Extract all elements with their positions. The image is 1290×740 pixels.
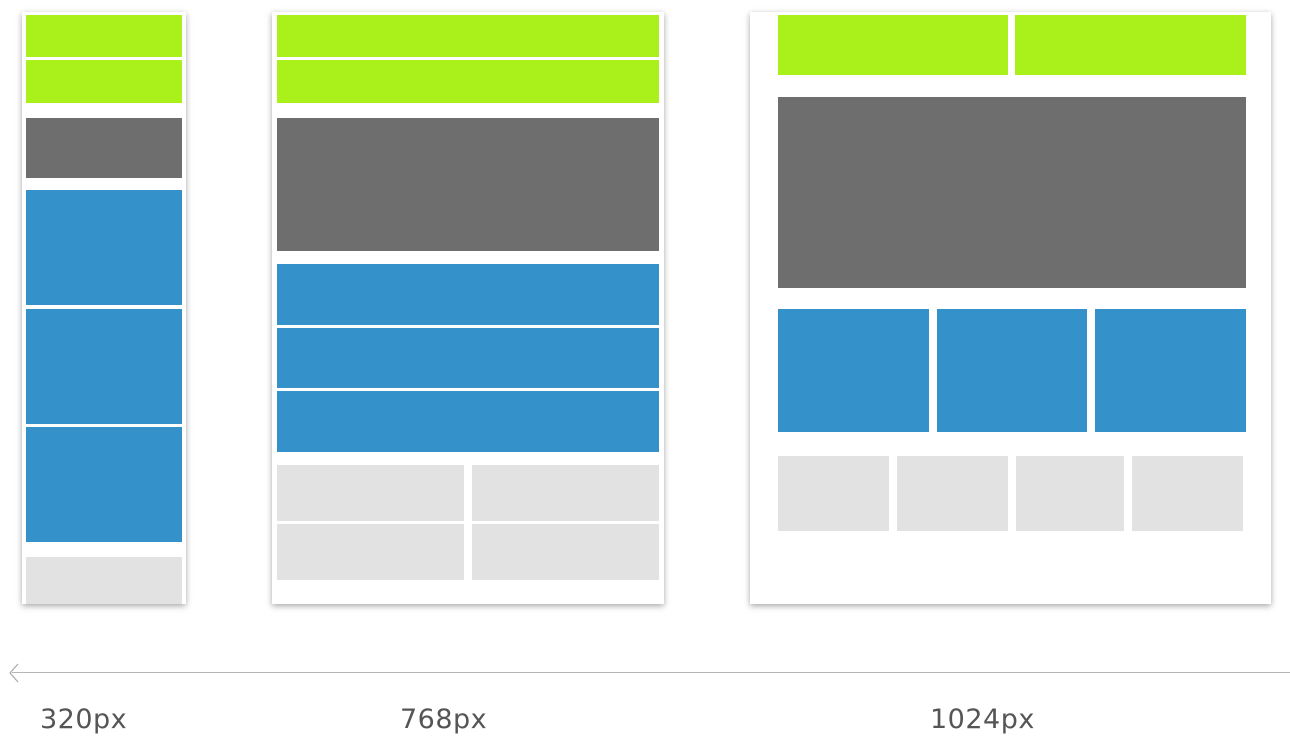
hero-block bbox=[277, 118, 659, 251]
footer-block bbox=[472, 524, 659, 580]
width-axis-line bbox=[12, 672, 1290, 673]
footer-block bbox=[1132, 456, 1243, 531]
mockup-320 bbox=[22, 12, 186, 604]
header-block bbox=[778, 15, 1008, 75]
footer-block bbox=[277, 465, 464, 521]
header-block bbox=[26, 15, 182, 57]
content-block bbox=[26, 190, 182, 305]
header-block bbox=[1015, 15, 1246, 75]
breakpoint-label-1024: 1024px bbox=[930, 704, 1035, 735]
content-block bbox=[26, 427, 182, 542]
header-block bbox=[277, 60, 659, 103]
content-block bbox=[937, 309, 1087, 432]
hero-block bbox=[26, 118, 182, 178]
footer-block bbox=[1016, 456, 1124, 531]
content-block bbox=[277, 328, 659, 388]
content-block bbox=[778, 309, 929, 432]
arrow-left-icon bbox=[9, 663, 19, 683]
footer-block bbox=[897, 456, 1008, 531]
hero-block bbox=[778, 97, 1246, 288]
header-block bbox=[26, 60, 182, 103]
footer-block bbox=[26, 557, 182, 604]
breakpoint-label-320: 320px bbox=[40, 704, 128, 735]
content-block bbox=[277, 264, 659, 325]
footer-block bbox=[778, 456, 889, 531]
content-block bbox=[1095, 309, 1246, 432]
footer-block bbox=[472, 465, 659, 521]
content-block bbox=[277, 391, 659, 452]
breakpoint-label-768: 768px bbox=[400, 704, 488, 735]
footer-block bbox=[277, 524, 464, 580]
mockup-1024 bbox=[750, 12, 1271, 604]
content-block bbox=[26, 309, 182, 424]
header-block bbox=[277, 15, 659, 57]
mockup-768 bbox=[272, 12, 664, 604]
